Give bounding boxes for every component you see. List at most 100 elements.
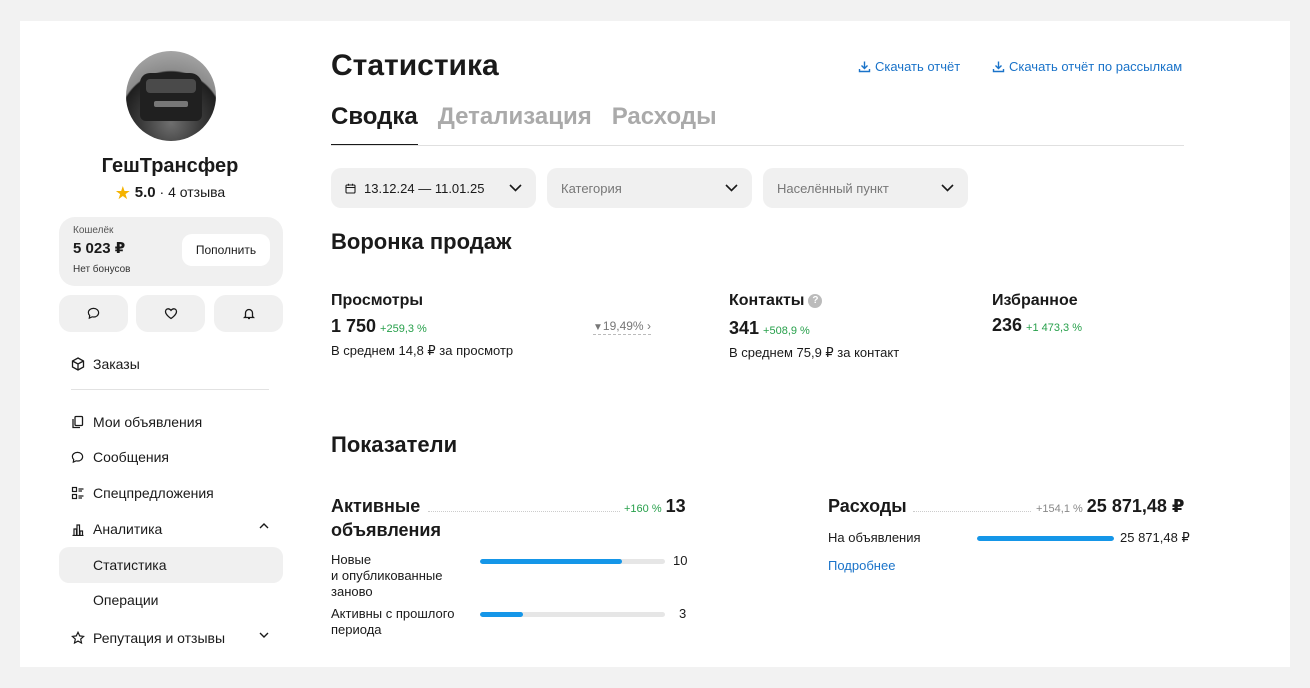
tabs: Сводка Детализация Расходы [331, 103, 717, 146]
views-value: 1 750 +259,3 % [331, 316, 427, 336]
tab-expenses[interactable]: Расходы [612, 103, 717, 145]
chart-icon [72, 523, 84, 536]
download-report-label: Скачать отчёт [875, 59, 961, 74]
messages-quick-button[interactable] [59, 295, 128, 332]
date-range-value: 13.12.24 — 11.01.25 [364, 180, 485, 196]
chevron-up-icon[interactable] [259, 523, 269, 529]
favorites-label: Избранное [992, 292, 1078, 309]
tab-summary[interactable]: Сводка [331, 103, 418, 146]
funnel-title: Воронка продаж [331, 229, 512, 254]
category-select[interactable]: Категория [547, 168, 752, 208]
sidebar-item-label: Заказы [93, 356, 140, 372]
reviews-count: · 4 отзыва [159, 184, 226, 200]
sidebar-item-analytics[interactable]: Аналитика [59, 511, 283, 547]
sidebar-item-statistics[interactable]: Статистика [59, 547, 283, 583]
download-icon [858, 61, 871, 73]
chevron-down-icon [509, 184, 522, 192]
views-average: В среднем 14,8 ₽ за просмотр [331, 343, 514, 358]
bell-icon [242, 308, 255, 320]
carried-ads-label: Активны с прошлого периода [331, 606, 455, 637]
box-icon [71, 357, 85, 371]
download-report-link[interactable]: Скачать отчёт [858, 59, 960, 74]
tab-details[interactable]: Детализация [438, 103, 592, 145]
carried-ads-value: 3 [679, 606, 687, 621]
favorites-quick-button[interactable] [136, 295, 205, 332]
carried-ads-bar [480, 612, 665, 617]
contacts-value: 341 +508,9 % [729, 318, 810, 338]
new-ads-bar [480, 559, 665, 564]
chat-icon [71, 451, 84, 463]
sidebar-item-messages[interactable]: Сообщения [59, 439, 283, 475]
contacts-label: Контакты? [729, 292, 823, 310]
sidebar-item-label: Мои объявления [93, 414, 203, 430]
city-placeholder: Населённый пункт [777, 180, 889, 196]
leader-dots [913, 511, 1031, 512]
conversion-value: 19,49% [602, 319, 644, 333]
favorites-delta: +1 473,3 % [1026, 322, 1083, 334]
notifications-quick-button[interactable] [214, 295, 283, 332]
city-select[interactable]: Населённый пункт [763, 168, 968, 208]
download-icon [992, 61, 1005, 73]
sidebar-item-label: Сообщения [93, 449, 169, 465]
profile-name[interactable]: ГешТрансфер [20, 155, 320, 178]
date-range-select[interactable]: 13.12.24 — 11.01.25 [331, 168, 536, 208]
heart-icon [164, 308, 177, 320]
contacts-average: В среднем 75,9 ₽ за контакт [729, 345, 900, 360]
sidebar-item-label: Репутация и отзывы [93, 630, 226, 646]
funnel-icon: ▼ [593, 322, 603, 333]
expenses-ads-value: 25 871,48 ₽ [1120, 530, 1190, 545]
profile-rating[interactable]: ★ 5.0 · 4 отзыва [20, 183, 320, 204]
active-ads-title: Активные объявления [331, 496, 441, 540]
chevron-down-icon [725, 184, 738, 192]
copy-icon [72, 415, 84, 429]
tabs-divider [331, 145, 1184, 146]
views-delta: +259,3 % [380, 323, 427, 335]
expenses-value: +154,1 % 25 871,48 ₽ [1036, 496, 1185, 516]
chat-icon [87, 307, 100, 320]
help-icon[interactable]: ? [808, 294, 823, 308]
sidebar-item-label: Аналитика [93, 521, 163, 537]
sidebar-item-label: Статистика [93, 557, 167, 573]
active-ads-value: +160 % 13 [624, 496, 686, 516]
chevron-down-icon [941, 184, 954, 192]
page-card: ГешТрансфер ★ 5.0 · 4 отзыва Кошелёк 5 0… [20, 21, 1290, 667]
sidebar-item-my-ads[interactable]: Мои объявления [59, 404, 283, 440]
metrics-title: Показатели [331, 432, 458, 457]
wallet-label: Кошелёк [73, 225, 114, 236]
download-mail-report-link[interactable]: Скачать отчёт по рассылкам [992, 59, 1182, 74]
topup-button[interactable]: Пополнить [182, 234, 270, 266]
new-ads-label: Новые и опубликованные заново [331, 552, 443, 599]
download-mail-report-label: Скачать отчёт по рассылкам [1009, 59, 1183, 74]
sidebar-item-operations[interactable]: Операции [59, 582, 283, 618]
views-label: Просмотры [331, 292, 424, 309]
favorites-value: 236 +1 473,3 % [992, 315, 1083, 335]
sidebar-divider [71, 389, 269, 390]
page-title: Статистика [331, 49, 499, 82]
expenses-ads-label: На объявления [828, 530, 921, 545]
contacts-delta: +508,9 % [763, 325, 810, 337]
more-link[interactable]: Подробнее [828, 558, 895, 573]
expenses-delta: +154,1 % [1036, 503, 1083, 515]
sidebar-item-special-offers[interactable]: Спецпредложения [59, 475, 283, 511]
wallet-card: Кошелёк 5 023 ₽ Нет бонусов Пополнить [59, 217, 283, 286]
star-icon: ★ [114, 183, 131, 203]
star-icon [71, 631, 85, 645]
expenses-title: Расходы [828, 496, 907, 516]
chevron-right-icon: › [646, 319, 651, 333]
sidebar-item-reputation[interactable]: Репутация и отзывы [59, 620, 283, 656]
list-icon [71, 486, 84, 500]
active-ads-delta: +160 % [624, 503, 662, 515]
chevron-down-icon[interactable] [259, 632, 269, 638]
sidebar-item-label: Спецпредложения [93, 485, 214, 501]
wallet-amount: 5 023 ₽ [73, 240, 126, 257]
avatar[interactable] [126, 51, 216, 141]
category-placeholder: Категория [561, 180, 622, 196]
sidebar-item-orders[interactable]: Заказы [59, 346, 283, 382]
leader-dots [428, 511, 620, 512]
sidebar-item-label: Операции [93, 592, 159, 608]
wallet-bonus: Нет бонусов [73, 264, 131, 275]
conversion-link[interactable]: ▼19,49% › [593, 319, 651, 335]
calendar-icon [345, 183, 356, 194]
rating-score: 5.0 [134, 184, 156, 201]
expenses-ads-bar [977, 536, 1114, 541]
